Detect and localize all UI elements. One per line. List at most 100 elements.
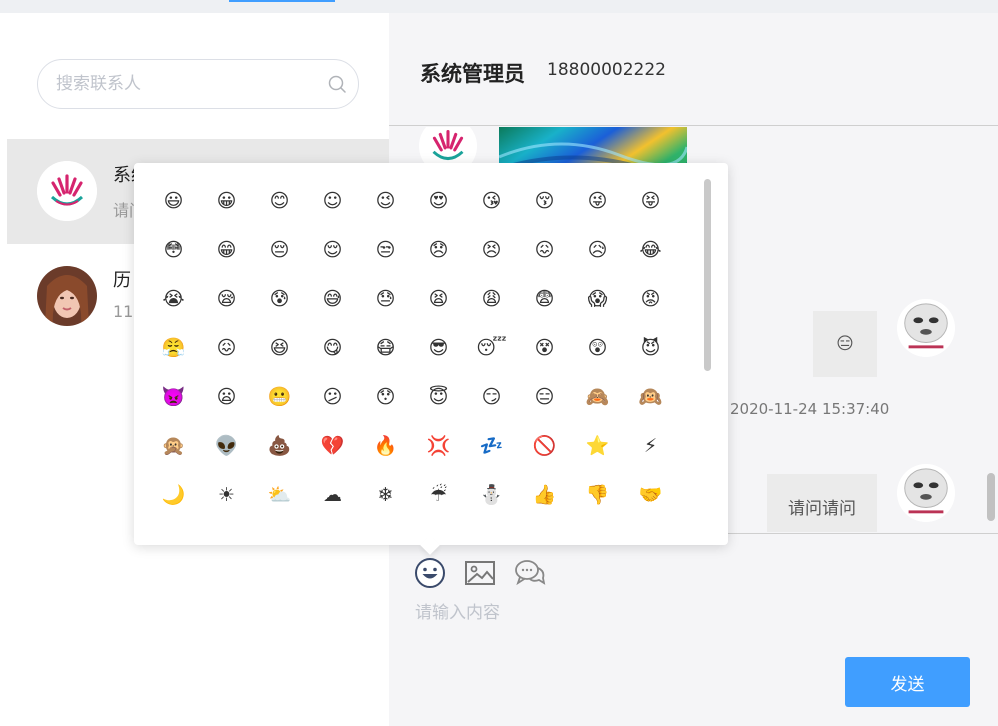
emoji-option[interactable]: 😱 (571, 275, 624, 324)
emoji-option[interactable]: 😃 (147, 177, 200, 226)
emoji-option[interactable]: 😭 (147, 275, 200, 324)
emoji-option[interactable]: 😎 (412, 324, 465, 373)
emoji-option[interactable]: ☀ (200, 471, 253, 520)
send-button[interactable]: 发送 (845, 657, 970, 707)
emoji-picker: 😃 😀 😊 ☺ 😉 😍 😘 😚 😜 😝 😳 😁 😔 😌 😒 😞 😣 😖 😥 😂 😭 😪 😰 😅 😓 😫 😩 😨 😱 😡 😤 😖 😆 😋 😷 😎 😴 😵 😲 😈… (134, 163, 728, 555)
emoji-option[interactable]: 😉 (359, 177, 412, 226)
avatar (37, 266, 97, 326)
emoji-option[interactable]: 😒 (359, 226, 412, 275)
emoji-option[interactable]: 😓 (359, 275, 412, 324)
message-input[interactable] (415, 599, 975, 627)
emoji-option[interactable]: 😰 (253, 275, 306, 324)
emoji-option[interactable]: 😂 (624, 226, 677, 275)
emoji-option[interactable]: 😈 (624, 324, 677, 373)
emoji-option[interactable]: 😳 (147, 226, 200, 275)
emoji-option[interactable]: ❄ (359, 471, 412, 520)
emoji-scrollbar[interactable] (704, 179, 711, 371)
emoji-grid: 😃 😀 😊 ☺ 😉 😍 😘 😚 😜 😝 😳 😁 😔 😌 😒 😞 😣 😖 😥 😂 😭 😪 😰 😅 😓 😫 😩 😨 😱 😡 😤 😖 😆 😋 😷 😎 😴 😵 😲 😈… (147, 177, 687, 520)
meme-face-avatar-icon (897, 464, 955, 522)
emoji-option[interactable]: 😣 (465, 226, 518, 275)
emoji-option[interactable]: ☁ (306, 471, 359, 520)
image-icon[interactable] (464, 557, 496, 589)
emoji-option[interactable]: 🔥 (359, 422, 412, 471)
contact-preview: 11 (113, 302, 134, 321)
avatar (37, 161, 97, 221)
emoji-option[interactable]: 😕 (306, 373, 359, 422)
emoji-option[interactable]: 😵 (518, 324, 571, 373)
emoji-option[interactable]: 😥 (571, 226, 624, 275)
emoji-option[interactable]: ⚡ (624, 422, 677, 471)
emoji-option[interactable]: 💔 (306, 422, 359, 471)
smiley-face-icon[interactable] (414, 557, 446, 589)
emoji-option[interactable]: 😘 (465, 177, 518, 226)
emoji-option[interactable]: 😔 (253, 226, 306, 275)
emoji-option[interactable]: 😤 (147, 324, 200, 373)
chat-bubbles-icon[interactable] (514, 557, 546, 589)
chat-phone: 18800002222 (547, 60, 666, 80)
emoji-option[interactable]: 🙊 (147, 422, 200, 471)
emoji-option[interactable]: 😷 (359, 324, 412, 373)
emoji-option[interactable]: 😡 (624, 275, 677, 324)
photo-avatar-icon (37, 266, 97, 326)
emoji-option[interactable]: 🙉 (624, 373, 677, 422)
emoji-option[interactable]: 😏 (465, 373, 518, 422)
my-avatar (897, 299, 955, 357)
emoji-option[interactable]: 😚 (518, 177, 571, 226)
chat-title: 系统管理员 (420, 62, 525, 86)
emoji-option[interactable]: 😦 (200, 373, 253, 422)
emoji-option[interactable]: 👿 (147, 373, 200, 422)
message-timestamp: 2020-11-24 15:37:40 (730, 400, 890, 418)
emoji-option[interactable]: 😝 (624, 177, 677, 226)
emoji-option[interactable]: ☺ (306, 177, 359, 226)
emoji-option[interactable]: 😯 (359, 373, 412, 422)
emoji-option[interactable]: 🤝 (624, 471, 677, 520)
logo-avatar-icon (37, 161, 97, 221)
search-icon[interactable] (328, 75, 346, 93)
emoji-option[interactable]: 👽 (200, 422, 253, 471)
emoji-option[interactable]: 😩 (465, 275, 518, 324)
emoji-option[interactable]: ⛄ (465, 471, 518, 520)
emoji-option[interactable]: 😑 (518, 373, 571, 422)
emoji-message: 😑 (836, 334, 854, 354)
meme-face-avatar-icon (897, 299, 955, 357)
emoji-option[interactable]: 😖 (518, 226, 571, 275)
emoji-option[interactable]: ⭐ (571, 422, 624, 471)
emoji-option[interactable]: 👎 (571, 471, 624, 520)
emoji-option[interactable]: 😁 (200, 226, 253, 275)
emoji-option[interactable]: 😖 (200, 324, 253, 373)
emoji-option[interactable]: 😆 (253, 324, 306, 373)
emoji-option[interactable]: ☔ (412, 471, 465, 520)
search-input[interactable] (56, 72, 316, 96)
message-scrollbar[interactable] (987, 473, 995, 521)
emoji-option[interactable]: 😫 (412, 275, 465, 324)
emoji-option[interactable]: 👍 (518, 471, 571, 520)
message-text: 请问请问 (788, 498, 856, 519)
search-box (37, 59, 359, 109)
emoji-option[interactable]: ⛅ (253, 471, 306, 520)
message-bubble: 请问请问 (767, 474, 877, 532)
emoji-option[interactable]: 🌙 (147, 471, 200, 520)
emoji-option[interactable]: 😪 (200, 275, 253, 324)
emoji-option[interactable]: 🙈 (571, 373, 624, 422)
emoji-option[interactable]: 💩 (253, 422, 306, 471)
emoji-option[interactable]: 💤 (465, 422, 518, 471)
emoji-option[interactable]: 😬 (253, 373, 306, 422)
emoji-option[interactable]: 💢 (412, 422, 465, 471)
emoji-option[interactable]: 😅 (306, 275, 359, 324)
emoji-option[interactable]: 😌 (306, 226, 359, 275)
emoji-option[interactable]: 😍 (412, 177, 465, 226)
top-strip (0, 0, 998, 13)
emoji-option[interactable]: 😜 (571, 177, 624, 226)
message-bubble: 😑 (813, 311, 877, 377)
contact-name: 历 (113, 270, 131, 291)
emoji-option[interactable]: 😨 (518, 275, 571, 324)
emoji-option[interactable]: 😇 (412, 373, 465, 422)
emoji-option[interactable]: 😲 (571, 324, 624, 373)
emoji-option[interactable]: 😴 (465, 324, 518, 373)
emoji-option[interactable]: 🚫 (518, 422, 571, 471)
emoji-option[interactable]: 😋 (306, 324, 359, 373)
emoji-option[interactable]: 😊 (253, 177, 306, 226)
chat-header: 系统管理员 18800002222 (389, 13, 998, 126)
emoji-option[interactable]: 😞 (412, 226, 465, 275)
emoji-option[interactable]: 😀 (200, 177, 253, 226)
